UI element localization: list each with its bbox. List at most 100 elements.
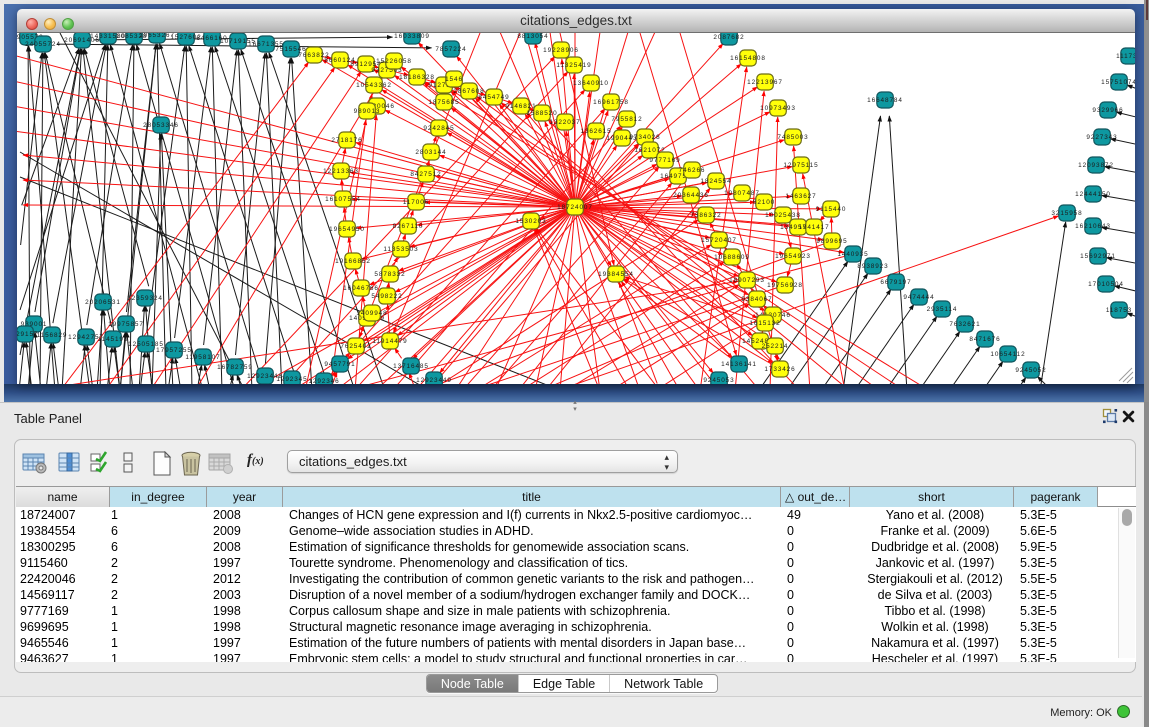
svg-text:18724007: 18724007	[557, 204, 593, 211]
svg-text:24055724: 24055724	[25, 41, 61, 48]
svg-text:1322037: 1322037	[549, 119, 580, 126]
svg-text:5498222: 5498222	[371, 293, 402, 300]
svg-text:16782759: 16782759	[217, 364, 253, 371]
svg-text:7625402: 7625402	[340, 343, 371, 350]
svg-text:1145193: 1145193	[98, 336, 129, 343]
svg-text:12359324: 12359324	[127, 295, 163, 302]
svg-text:111738: 111738	[1116, 53, 1135, 60]
svg-text:17957255: 17957255	[156, 347, 192, 354]
svg-text:19166852: 19166852	[335, 258, 371, 265]
svg-text:10543362: 10543362	[356, 82, 392, 89]
svg-text:7386322: 7386322	[690, 212, 721, 219]
svg-text:19228906: 19228906	[543, 47, 579, 54]
svg-text:1409948: 1409948	[356, 310, 387, 317]
svg-text:17010504: 17010504	[1088, 281, 1124, 288]
svg-text:1733426: 1733426	[764, 366, 795, 373]
svg-text:19756928: 19756928	[767, 282, 803, 289]
svg-text:19975857: 19975857	[108, 321, 144, 328]
svg-text:10973493: 10973493	[760, 105, 796, 112]
svg-text:10807487: 10807487	[724, 190, 760, 197]
svg-text:9146821: 9146821	[505, 103, 536, 110]
svg-text:1588520: 1588520	[526, 110, 557, 117]
svg-text:8454749: 8454749	[478, 94, 509, 101]
svg-text:16210643: 16210643	[1075, 223, 1111, 230]
svg-text:6679197: 6679197	[880, 279, 911, 286]
svg-text:20364436: 20364436	[673, 192, 709, 199]
svg-text:15226058: 15226058	[376, 58, 412, 65]
svg-text:13640910: 13640910	[573, 80, 609, 87]
svg-text:19654950: 19654950	[329, 226, 365, 233]
svg-text:8813054: 8813054	[517, 33, 548, 40]
svg-text:9777169: 9777169	[649, 157, 680, 164]
svg-text:8938923: 8938923	[857, 263, 888, 270]
svg-text:12213967: 12213967	[747, 79, 783, 86]
svg-text:1530203: 1530203	[515, 218, 546, 225]
svg-text:7857224: 7857224	[435, 46, 466, 53]
svg-text:117006: 117006	[403, 199, 429, 206]
svg-text:2935114: 2935114	[927, 306, 958, 313]
svg-text:12975115: 12975115	[783, 162, 818, 169]
svg-text:1362615: 1362615	[580, 128, 611, 135]
svg-text:1546: 1546	[445, 76, 463, 83]
svg-text:3215958: 3215958	[1051, 210, 1082, 217]
svg-text:16046766: 16046766	[343, 285, 379, 292]
svg-text:2718176: 2718176	[331, 137, 362, 144]
svg-text:118753: 118753	[1106, 307, 1132, 314]
svg-text:11958107: 11958107	[185, 354, 220, 361]
svg-text:1440935: 1440935	[837, 251, 868, 258]
svg-text:19654923: 19654923	[775, 253, 811, 260]
svg-text:8427512: 8427512	[410, 171, 441, 178]
svg-text:9474444: 9474444	[903, 294, 934, 301]
svg-text:5878332: 5878332	[374, 271, 405, 278]
svg-text:12093872: 12093872	[1078, 162, 1114, 169]
svg-text:746266: 746266	[679, 167, 706, 174]
svg-text:16648784: 16648784	[867, 97, 903, 104]
svg-text:7485003: 7485003	[777, 134, 808, 141]
svg-text:15720407: 15720407	[701, 237, 737, 244]
svg-text:12213363: 12213363	[323, 168, 359, 175]
svg-text:11914479: 11914479	[372, 338, 407, 345]
svg-text:8267110: 8267110	[393, 223, 424, 230]
svg-text:13716485: 13716485	[393, 363, 429, 370]
svg-text:18907293: 18907293	[729, 277, 765, 284]
svg-text:16107554: 16107554	[325, 196, 361, 203]
svg-text:1292345: 1292345	[276, 376, 307, 383]
svg-text:20206531: 20206531	[85, 299, 121, 306]
svg-text:929157: 929157	[17, 331, 38, 338]
svg-text:10688609: 10688609	[714, 254, 750, 261]
svg-text:62100: 62100	[753, 199, 775, 206]
svg-text:9115440: 9115440	[816, 206, 847, 213]
svg-text:16961758: 16961758	[593, 99, 629, 106]
svg-text:9457791: 9457791	[324, 361, 355, 368]
svg-text:9734028: 9734028	[629, 134, 660, 141]
svg-text:1463627: 1463627	[785, 193, 816, 200]
svg-text:28053346: 28053346	[143, 122, 179, 129]
svg-text:1875685: 1875685	[428, 99, 459, 106]
svg-text:2803144: 2803144	[415, 149, 446, 156]
svg-text:16033809: 16033809	[394, 33, 430, 40]
svg-text:7632621: 7632621	[949, 321, 980, 328]
svg-text:8471676: 8471676	[969, 336, 1000, 343]
svg-text:1156829: 1156829	[37, 332, 68, 339]
svg-text:1615132: 1615132	[749, 320, 780, 327]
svg-text:9245053: 9245053	[703, 377, 734, 384]
svg-text:12444150: 12444150	[1075, 191, 1111, 198]
svg-text:18186328: 18186328	[399, 74, 435, 81]
svg-text:1292346: 1292346	[308, 378, 339, 384]
svg-text:2087682: 2087682	[713, 34, 744, 41]
svg-text:9245052: 9245052	[1015, 367, 1046, 374]
svg-text:989013: 989013	[354, 108, 381, 115]
svg-text:10025438: 10025438	[765, 212, 801, 219]
svg-text:7955812: 7955812	[611, 116, 642, 123]
svg-text:14136141: 14136141	[721, 361, 757, 368]
svg-text:9242845: 9242845	[423, 125, 454, 132]
svg-text:1941417: 1941417	[798, 224, 829, 231]
svg-text:9227343: 9227343	[1086, 134, 1117, 141]
svg-text:16154808: 16154808	[730, 55, 766, 62]
svg-text:12923449: 12923449	[416, 377, 452, 384]
svg-text:1824554: 1824554	[700, 178, 731, 185]
svg-text:15692971: 15692971	[1080, 253, 1116, 260]
svg-text:19384554: 19384554	[598, 271, 634, 278]
svg-text:10654112: 10654112	[990, 351, 1025, 358]
svg-text:9384067: 9384067	[741, 296, 772, 303]
